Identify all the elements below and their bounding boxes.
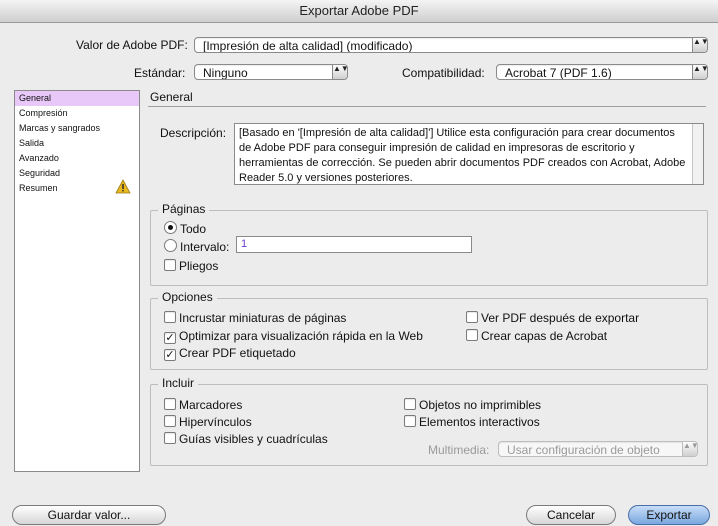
pages-range-label: Intervalo: [180,240,230,254]
export-button[interactable]: Exportar [628,505,710,525]
sidebar-item-general[interactable]: General [15,91,139,106]
stepper-icon: ▲▼ [682,442,697,456]
multimedia-select[interactable]: Usar configuración de objeto ▲▼ [498,441,698,457]
tagged-pdf-checkbox[interactable]: ✓ Crear PDF etiquetado [164,346,296,361]
standard-label: Estándar: [134,66,186,80]
window-title: Exportar Adobe PDF [0,0,718,23]
embed-thumbnails-checkbox[interactable]: Incrustar miniaturas de páginas [164,311,346,325]
guides-label: Guías visibles y cuadrículas [179,432,328,446]
acrobat-layers-checkbox[interactable]: Crear capas de Acrobat [466,329,607,343]
bookmarks-label: Marcadores [179,398,243,412]
checkbox-icon [404,398,416,410]
pages-all-radio[interactable]: Todo [164,221,206,236]
sidebar-item-compresion[interactable]: Compresión [15,106,139,121]
standard-value: Ninguno [203,66,248,80]
radio-icon [164,239,177,252]
sidebar-item-avanzado[interactable]: Avanzado [15,151,139,166]
options-group-title: Opciones [158,290,217,304]
radio-icon [164,221,177,234]
tagged-pdf-label: Crear PDF etiquetado [179,346,296,360]
bookmarks-checkbox[interactable]: Marcadores [164,398,242,412]
checkbox-icon [164,311,176,323]
stepper-icon: ▲▼ [332,65,347,79]
sidebar-item-resumen[interactable]: Resumen [15,179,139,196]
sidebar-item-salida[interactable]: Salida [15,136,139,151]
compatibility-value: Acrobat 7 (PDF 1.6) [505,66,612,80]
pages-range-input[interactable]: 1 [236,236,472,253]
description-label: Descripción: [160,126,227,140]
sidebar-item-marcas[interactable]: Marcas y sangrados [15,121,139,136]
embed-thumbnails-label: Incrustar miniaturas de páginas [179,311,347,325]
export-pdf-dialog: Exportar Adobe PDF Valor de Adobe PDF: [… [0,0,718,526]
spreads-label: Pliegos [179,259,219,273]
hyperlinks-checkbox[interactable]: Hipervínculos [164,415,252,429]
compatibility-label: Compatibilidad: [402,66,485,80]
checkmark-icon: ✓ [164,332,176,344]
category-sidebar: General Compresión Marcas y sangrados Sa… [14,90,140,472]
save-preset-button[interactable]: Guardar valor... [12,505,166,525]
pages-range-radio[interactable]: Intervalo: [164,239,229,254]
cancel-button[interactable]: Cancelar [526,505,616,525]
interactive-checkbox[interactable]: Elementos interactivos [404,415,540,429]
preset-select[interactable]: [Impresión de alta calidad] (modificado)… [194,37,708,53]
stepper-icon: ▲▼ [692,65,707,79]
checkbox-icon [466,311,478,323]
sidebar-item-label: Resumen [19,183,58,193]
spreads-checkbox[interactable]: Pliegos [164,259,218,273]
checkbox-icon [164,398,176,410]
view-after-export-checkbox[interactable]: Ver PDF después de exportar [466,311,639,325]
stepper-icon: ▲▼ [692,38,707,52]
nonprinting-label: Objetos no imprimibles [419,398,542,412]
description-scrollbar[interactable] [692,124,703,184]
checkbox-icon [164,415,176,427]
description-value: [Basado en '[Impresión de alta calidad]'… [239,127,686,184]
multimedia-label: Multimedia: [428,443,490,457]
guides-checkbox[interactable]: Guías visibles y cuadrículas [164,432,328,446]
optimize-web-checkbox[interactable]: ✓ Optimizar para visualización rápida en … [164,329,423,344]
standard-select[interactable]: Ninguno ▲▼ [194,64,348,80]
hyperlinks-label: Hipervínculos [179,415,252,429]
pages-group-title: Páginas [158,202,210,216]
checkbox-icon [164,432,176,444]
compatibility-select[interactable]: Acrobat 7 (PDF 1.6) ▲▼ [496,64,708,80]
checkmark-icon: ✓ [164,349,176,361]
warning-icon [115,179,131,194]
preset-value: [Impresión de alta calidad] (modificado) [203,39,413,53]
checkbox-icon [404,415,416,427]
view-after-export-label: Ver PDF después de exportar [481,311,640,325]
preset-label: Valor de Adobe PDF: [76,38,188,52]
checkbox-icon [466,329,478,341]
optimize-web-label: Optimizar para visualización rápida en l… [179,329,423,343]
acrobat-layers-label: Crear capas de Acrobat [481,329,608,343]
interactive-label: Elementos interactivos [419,415,540,429]
multimedia-value: Usar configuración de objeto [507,443,660,457]
section-title: General [150,90,193,104]
include-group-title: Incluir [158,376,199,390]
description-text: [Basado en '[Impresión de alta calidad]'… [234,123,704,185]
pages-all-label: Todo [180,222,207,236]
section-divider [148,106,706,107]
checkbox-icon [164,259,176,271]
nonprinting-checkbox[interactable]: Objetos no imprimibles [404,398,541,412]
